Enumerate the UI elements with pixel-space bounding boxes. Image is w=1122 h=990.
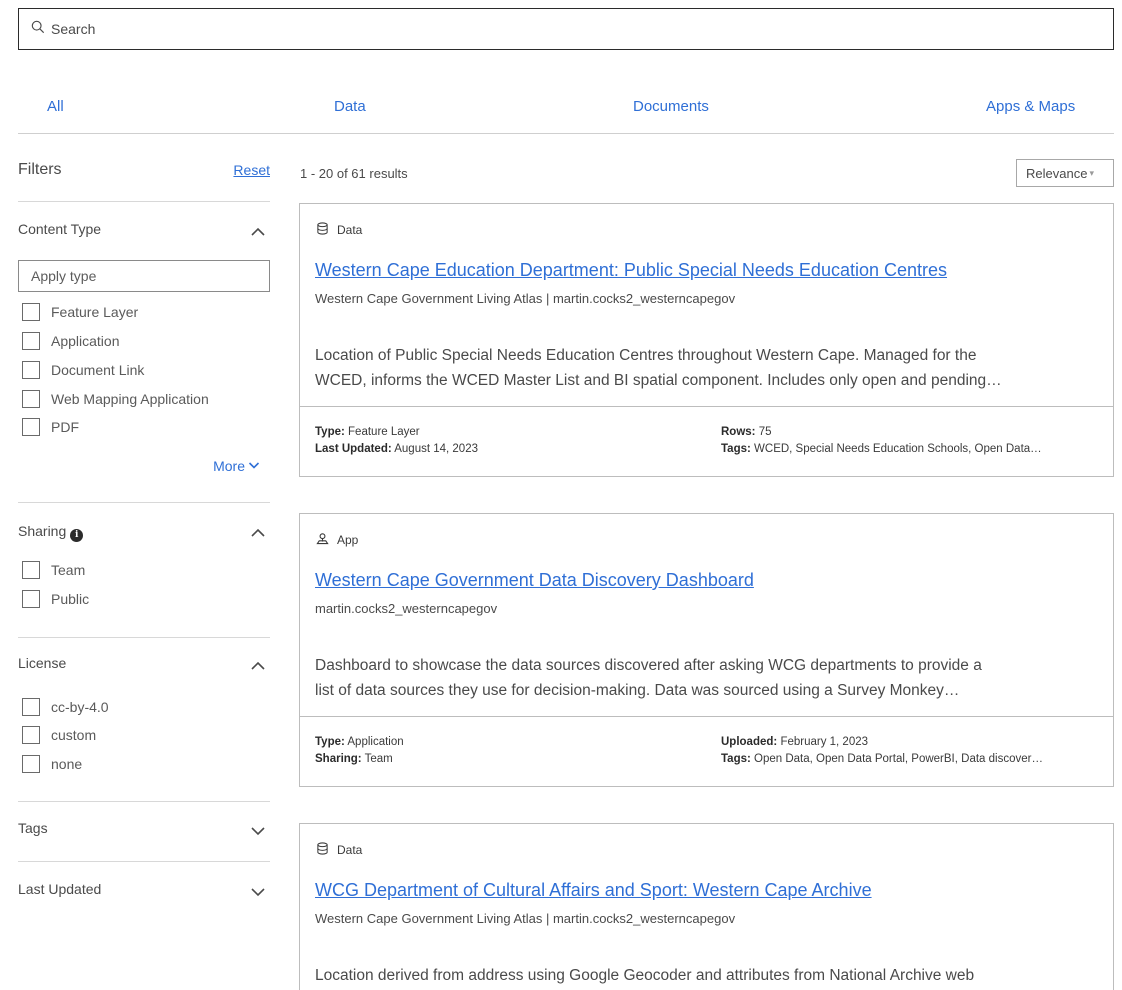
last-updated-title: Last Updated xyxy=(18,881,102,897)
checkbox[interactable] xyxy=(22,698,40,716)
sort-label: Relevance xyxy=(1026,165,1088,181)
checkbox-label: Public xyxy=(51,591,90,607)
card-type: Data xyxy=(316,842,362,858)
checkbox[interactable] xyxy=(22,590,40,608)
search-bar[interactable] xyxy=(18,8,1114,50)
chevron-down-icon[interactable] xyxy=(250,884,266,900)
checkbox-web-mapping-application[interactable]: Web Mapping Application xyxy=(22,390,209,408)
checkbox[interactable] xyxy=(22,332,40,350)
checkbox-label: Team xyxy=(51,562,86,578)
meta-rows: Rows: 75 xyxy=(721,426,772,438)
checkbox-application[interactable]: Application xyxy=(22,332,120,350)
checkbox[interactable] xyxy=(22,361,40,379)
card-footer: Type: Application Sharing: Team Uploaded… xyxy=(300,716,1113,786)
checkbox[interactable] xyxy=(22,418,40,436)
meta-uploaded: Uploaded: February 1, 2023 xyxy=(721,736,869,748)
card-title-link[interactable]: Western Cape Education Department: Publi… xyxy=(315,260,947,281)
checkbox-team[interactable]: Team xyxy=(22,561,85,579)
checkbox-document-link[interactable]: Document Link xyxy=(22,361,144,379)
meta-tags: Tags: WCED, Special Needs Education Scho… xyxy=(721,443,1042,455)
checkbox[interactable] xyxy=(22,755,40,773)
chevron-up-icon[interactable] xyxy=(250,658,266,674)
app-icon xyxy=(316,532,337,548)
card-owner: martin.cocks2_westerncapegov xyxy=(315,601,498,616)
tab-data[interactable]: Data xyxy=(334,98,366,115)
more-link[interactable]: More xyxy=(213,458,260,474)
meta-type: Type: Feature Layer xyxy=(315,426,420,438)
sort-dropdown[interactable]: Relevance ▾ xyxy=(1016,159,1114,187)
meta-type: Type: Application xyxy=(315,736,404,748)
content-tabs: All Data Documents Apps & Maps xyxy=(18,86,1114,134)
tab-all[interactable]: All xyxy=(47,98,64,115)
card-description: Location derived from address using Goog… xyxy=(315,967,975,984)
search-input[interactable] xyxy=(51,21,1113,37)
database-icon xyxy=(316,842,337,858)
chevron-up-icon[interactable] xyxy=(250,224,266,240)
checkbox[interactable] xyxy=(22,726,40,744)
checkbox[interactable] xyxy=(22,390,40,408)
card-footer: Type: Feature Layer Last Updated: August… xyxy=(300,406,1113,476)
filters-sidebar: Filters Reset Content Type Feature Layer… xyxy=(18,150,270,922)
checkbox-label: none xyxy=(51,756,83,772)
sharing-title: Sharing i xyxy=(18,523,84,542)
content-type-title: Content Type xyxy=(18,221,102,237)
checkbox-label: Web Mapping Application xyxy=(51,391,209,407)
result-card: App Western Cape Government Data Discove… xyxy=(299,513,1114,787)
checkbox-cc-by-4[interactable]: cc-by-4.0 xyxy=(22,698,109,716)
checkbox[interactable] xyxy=(22,303,40,321)
card-type-label: Data xyxy=(337,843,363,857)
meta-last-updated: Last Updated: August 14, 2023 xyxy=(315,443,478,455)
more-label: More xyxy=(213,458,245,474)
content-type-section: Content Type Feature Layer Application D… xyxy=(18,202,270,503)
card-type-label: App xyxy=(337,533,359,547)
card-type: Data xyxy=(316,222,362,238)
checkbox-feature-layer[interactable]: Feature Layer xyxy=(22,303,138,321)
results-count: 1 - 20 of 61 results xyxy=(300,166,408,181)
card-owner: Western Cape Government Living Atlas | m… xyxy=(315,911,736,926)
tab-apps-maps[interactable]: Apps & Maps xyxy=(986,98,1075,115)
checkbox-label: cc-by-4.0 xyxy=(51,699,109,715)
checkbox-label: custom xyxy=(51,727,97,743)
checkbox-label: PDF xyxy=(51,419,79,435)
last-updated-section[interactable]: Last Updated xyxy=(18,862,270,922)
card-title-link[interactable]: WCG Department of Cultural Affairs and S… xyxy=(315,880,872,901)
meta-sharing: Sharing: Team xyxy=(315,753,393,765)
checkbox-label: Application xyxy=(51,333,120,349)
checkbox-none[interactable]: none xyxy=(22,755,82,773)
card-owner: Western Cape Government Living Atlas | m… xyxy=(315,291,736,306)
tags-title: Tags xyxy=(18,820,48,836)
info-icon[interactable]: i xyxy=(70,529,84,542)
license-section: License cc-by-4.0 custom none xyxy=(18,638,270,802)
chevron-down-icon[interactable] xyxy=(250,823,266,839)
card-type-label: Data xyxy=(337,223,363,237)
filters-title: Filters xyxy=(18,161,62,178)
caret-down-icon: ▾ xyxy=(1089,167,1094,178)
checkbox-custom[interactable]: custom xyxy=(22,726,96,744)
checkbox-label: Document Link xyxy=(51,362,145,378)
card-description: Dashboard to showcase the data sources d… xyxy=(315,657,982,699)
card-type: App xyxy=(316,532,358,548)
checkbox-public[interactable]: Public xyxy=(22,590,89,608)
result-card: Data WCG Department of Cultural Affairs … xyxy=(299,823,1114,990)
chevron-down-icon xyxy=(245,458,260,474)
card-title-link[interactable]: Western Cape Government Data Discovery D… xyxy=(315,570,754,591)
sharing-section: Sharing i Team Public xyxy=(18,503,270,638)
apply-type-input[interactable] xyxy=(18,260,270,292)
tab-documents[interactable]: Documents xyxy=(633,98,709,115)
search-icon xyxy=(31,20,51,39)
checkbox[interactable] xyxy=(22,561,40,579)
result-card: Data Western Cape Education Department: … xyxy=(299,203,1114,477)
checkbox-pdf[interactable]: PDF xyxy=(22,418,79,436)
license-title: License xyxy=(18,655,67,671)
filters-header: Filters Reset xyxy=(18,150,270,202)
meta-tags: Tags: Open Data, Open Data Portal, Power… xyxy=(721,753,1043,765)
reset-link[interactable]: Reset xyxy=(233,162,270,178)
chevron-up-icon[interactable] xyxy=(250,525,266,541)
card-description: Location of Public Special Needs Educati… xyxy=(315,347,1002,389)
checkbox-label: Feature Layer xyxy=(51,304,139,320)
database-icon xyxy=(316,222,337,238)
tags-section[interactable]: Tags xyxy=(18,802,270,862)
